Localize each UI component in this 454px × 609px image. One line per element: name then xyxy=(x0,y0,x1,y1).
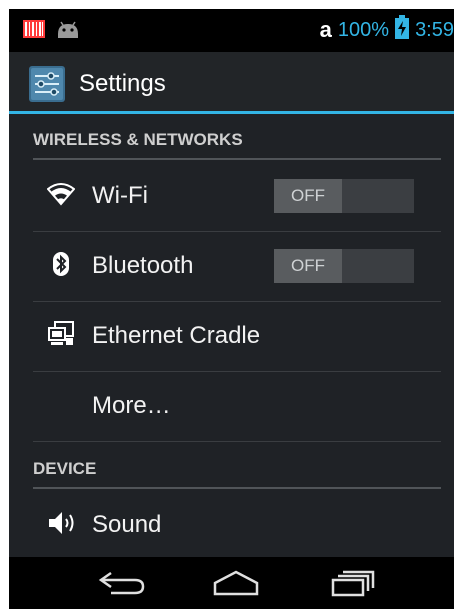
settings-item-ethernet-cradle[interactable]: Ethernet Cradle xyxy=(33,301,441,372)
section-header-device: DEVICE xyxy=(33,459,441,489)
wifi-icon xyxy=(46,180,76,208)
battery-charging-icon xyxy=(395,15,410,45)
wifi-label: Wi-Fi xyxy=(92,182,148,209)
settings-sliders-icon[interactable] xyxy=(29,66,65,102)
android-screen: a 100% 3:59 Settings WIRELESS & NETWORKS… xyxy=(9,9,454,609)
section-header-wireless: WIRELESS & NETWORKS xyxy=(33,130,441,160)
sound-label: Sound xyxy=(92,511,162,538)
bluetooth-toggle[interactable]: OFF xyxy=(274,249,414,283)
battery-percent: 100% xyxy=(337,18,390,41)
back-icon[interactable] xyxy=(97,569,149,602)
ethernet-label: Ethernet Cradle xyxy=(92,322,261,349)
navigation-bar xyxy=(9,557,454,609)
bluetooth-toggle-state: OFF xyxy=(274,249,342,283)
bluetooth-label: Bluetooth xyxy=(92,252,194,279)
status-bar: a 100% 3:59 xyxy=(9,9,454,52)
settings-item-bluetooth[interactable]: Bluetooth OFF xyxy=(33,231,441,302)
status-right-group: a 100% 3:59 xyxy=(319,15,454,45)
bluetooth-icon xyxy=(47,250,75,278)
home-icon[interactable] xyxy=(211,569,261,602)
speaker-icon xyxy=(47,509,75,537)
wifi-toggle-state: OFF xyxy=(274,179,342,213)
page-title: Settings xyxy=(79,70,166,97)
amazon-label: a xyxy=(319,17,332,42)
recent-apps-icon[interactable] xyxy=(329,569,377,602)
wifi-toggle[interactable]: OFF xyxy=(274,179,414,213)
more-label: More… xyxy=(92,392,171,419)
barcode-icon xyxy=(23,20,45,43)
ethernet-icon xyxy=(47,320,75,348)
android-debug-icon xyxy=(55,20,81,45)
settings-item-sound[interactable]: Sound xyxy=(33,490,441,560)
clock: 3:59 xyxy=(415,18,454,41)
settings-item-more[interactable]: More… xyxy=(33,371,441,442)
settings-item-wifi[interactable]: Wi-Fi OFF xyxy=(33,161,441,232)
action-bar: Settings xyxy=(9,52,454,114)
